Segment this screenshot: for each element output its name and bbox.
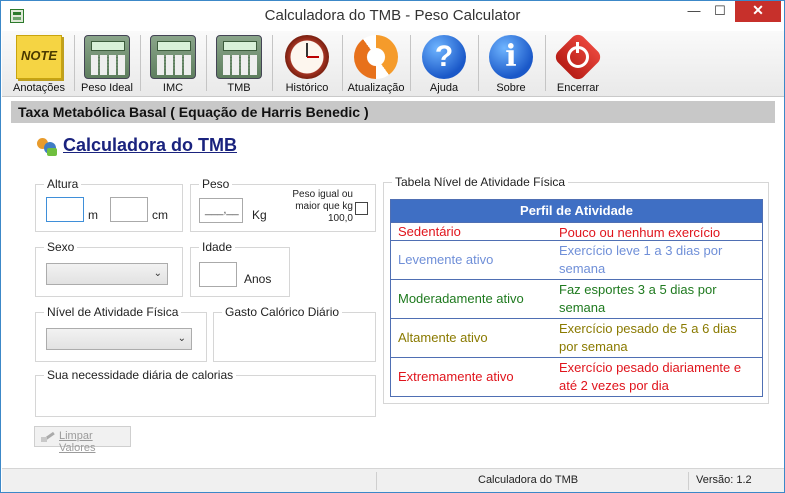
table-row: Moderadamente ativo Faz esportes 3 a 5 d… — [391, 279, 762, 318]
activity-level: Levemente ativo — [398, 252, 494, 267]
toolbar-ajuda-button[interactable]: ? Ajuda — [414, 33, 474, 95]
toolbar-separator — [545, 35, 546, 91]
toolbar-atualizacao-button[interactable]: Atualização — [345, 33, 407, 95]
activity-table: Perfil de Atividade Sedentário Pouco ou … — [390, 199, 763, 397]
section-header: Taxa Metabólica Basal ( Equação de Harri… — [11, 101, 775, 123]
table-row: Levemente ativo Exercício leve 1 a 3 dia… — [391, 240, 762, 279]
toolbar-separator — [206, 35, 207, 91]
minimize-button[interactable]: — — [681, 1, 707, 22]
toolbar-label: Anotações — [13, 82, 65, 94]
nivel-label: Nível de Atividade Física — [44, 305, 182, 319]
activity-desc: Faz esportes 3 a 5 dias por semana — [559, 282, 717, 315]
activity-level: Extremamente ativo — [398, 369, 514, 384]
necessidade-label: Sua necessidade diária de calorias — [44, 368, 237, 382]
power-icon — [552, 31, 604, 83]
users-icon — [37, 136, 59, 158]
toolbar-peso-ideal-button[interactable]: Peso Ideal — [78, 33, 136, 95]
idade-input[interactable] — [199, 262, 237, 287]
note-icon: NOTE — [16, 35, 62, 79]
idade-unit: Anos — [244, 272, 272, 286]
altura-m-input[interactable] — [46, 197, 84, 222]
necessidade-group: Sua necessidade diária de calorias — [35, 368, 376, 417]
activity-desc: Exercício pesado diariamente e até 2 vez… — [559, 360, 742, 393]
peso-check-label: Peso igual ou maior que kg 100,0 — [292, 189, 353, 224]
activity-desc: Exercício leve 1 a 3 dias por semana — [559, 243, 723, 276]
toolbar-label: Atualização — [347, 82, 405, 94]
app-window: Calculadora do TMB - Peso Calculator — ☐… — [0, 0, 785, 493]
toolbar-imc-button[interactable]: IMC — [144, 33, 202, 95]
toolbar-historico-button[interactable]: Histórico — [276, 33, 338, 95]
toolbar-anotacoes-button[interactable]: NOTE Anotações — [8, 33, 70, 95]
toolbar: NOTE Anotações Peso Ideal IMC TMB Histór… — [2, 31, 784, 97]
peso-input[interactable]: ___,__ — [199, 198, 243, 223]
nivel-atividade-select[interactable]: ⌄ — [46, 328, 192, 350]
activity-level: Sedentário — [398, 224, 461, 239]
toolbar-tmb-button[interactable]: TMB — [210, 33, 268, 95]
info-icon: i — [489, 35, 533, 79]
status-version: Versão: 1.2 — [696, 474, 752, 486]
chevron-down-icon: ⌄ — [177, 333, 186, 344]
sexo-select[interactable]: ⌄ — [46, 263, 168, 285]
clear-values-button[interactable]: Limpar Valores — [34, 426, 131, 454]
toolbar-label: IMC — [162, 82, 184, 94]
activity-table-header: Perfil de Atividade — [391, 200, 762, 222]
activity-level: Altamente ativo — [398, 330, 488, 345]
toolbar-separator — [272, 35, 273, 91]
table-row: Altamente ativo Exercício pesado de 5 a … — [391, 318, 762, 357]
toolbar-label: Histórico — [285, 82, 329, 94]
toolbar-separator — [342, 35, 343, 91]
help-icon: ? — [422, 35, 466, 79]
maximize-button[interactable]: ☐ — [707, 1, 733, 22]
calculator-icon — [150, 35, 196, 79]
toolbar-label: Encerrar — [556, 82, 600, 94]
activity-table-label: Tabela Nível de Atividade Física — [392, 175, 569, 189]
activity-desc: Exercício pesado de 5 a 6 dias por seman… — [559, 321, 737, 354]
toolbar-separator — [410, 35, 411, 91]
toolbar-label: Sobre — [496, 82, 526, 94]
clock-icon — [285, 35, 329, 79]
altura-m-unit: m — [88, 208, 98, 222]
close-button[interactable]: ✕ — [735, 1, 781, 22]
peso-over-100-checkbox[interactable] — [355, 202, 368, 215]
calculator-icon — [84, 35, 130, 79]
toolbar-label: Ajuda — [429, 82, 459, 94]
peso-unit: Kg — [252, 208, 267, 222]
activity-level: Moderadamente ativo — [398, 291, 524, 306]
status-separator — [688, 472, 689, 490]
status-bar: Calculadora do TMB Versão: 1.2 — [2, 468, 784, 492]
status-separator — [376, 472, 377, 490]
status-app-name: Calculadora do TMB — [478, 474, 579, 486]
calculator-icon — [216, 35, 262, 79]
toolbar-separator — [140, 35, 141, 91]
toolbar-label: TMB — [227, 82, 251, 94]
peso-label: Peso — [199, 177, 233, 191]
idade-label: Idade — [199, 240, 236, 254]
gasto-label: Gasto Calórico Diário — [222, 305, 343, 319]
calculator-title-link[interactable]: Calculadora do TMB — [63, 135, 237, 156]
toolbar-separator — [478, 35, 479, 91]
altura-label: Altura — [44, 177, 82, 191]
gasto-group: Gasto Calórico Diário — [213, 305, 376, 362]
altura-cm-input[interactable] — [110, 197, 148, 222]
table-row: Sedentário Pouco ou nenhum exercício — [391, 222, 762, 240]
brush-icon — [41, 430, 55, 442]
refresh-icon — [354, 35, 398, 79]
chevron-down-icon: ⌄ — [153, 268, 162, 279]
title-bar: Calculadora do TMB - Peso Calculator — ☐… — [1, 1, 784, 31]
window-title: Calculadora do TMB - Peso Calculator — [264, 7, 521, 24]
toolbar-encerrar-button[interactable]: Encerrar — [548, 31, 608, 95]
sexo-label: Sexo — [44, 240, 78, 254]
toolbar-sobre-button[interactable]: i Sobre — [481, 33, 541, 95]
clear-values-label: Limpar Valores — [59, 430, 96, 454]
toolbar-label: Peso Ideal — [81, 82, 133, 94]
toolbar-separator — [74, 35, 75, 91]
table-row: Extremamente ativo Exercício pesado diar… — [391, 357, 762, 396]
altura-cm-unit: cm — [152, 208, 168, 222]
